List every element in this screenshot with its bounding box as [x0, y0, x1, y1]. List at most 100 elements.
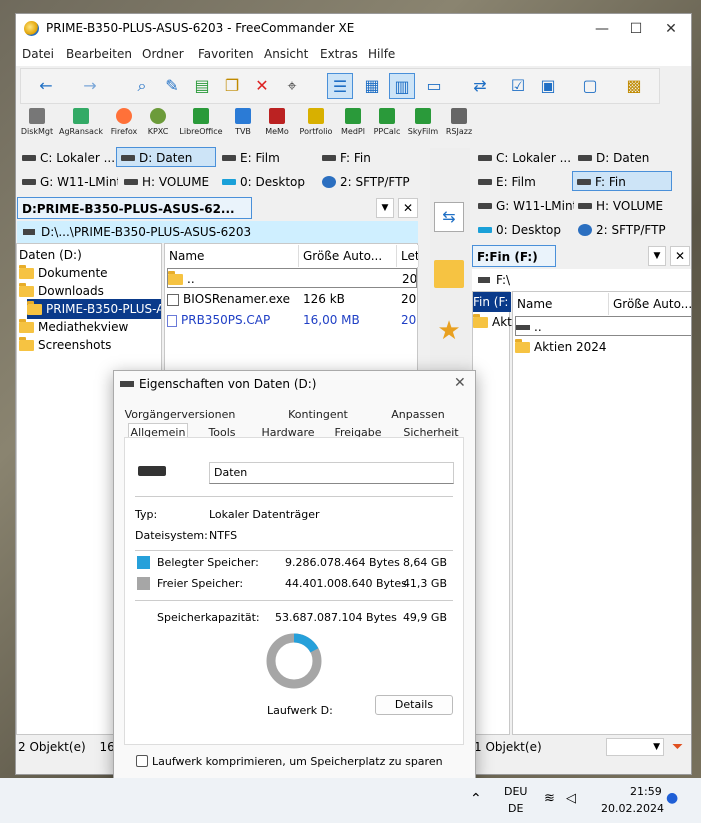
drive-name-input[interactable]: Daten [209, 462, 454, 484]
tool-diskmgt[interactable]: DiskMgt [18, 108, 56, 136]
maximize-button[interactable]: ☐ [619, 18, 653, 40]
tool-libreoffice[interactable]: LibreOffice [176, 108, 226, 136]
speaker-icon[interactable]: ◁ [566, 791, 576, 806]
drive-d-left[interactable]: D: Daten [116, 147, 216, 167]
drive-g-left[interactable]: G: W11-LMint [18, 172, 118, 192]
tab-vorgaengerversionen[interactable]: Vorgängerversionen [124, 406, 236, 424]
menu-extras[interactable]: Extras [320, 47, 358, 61]
drive-e-left[interactable]: E: Film [218, 148, 314, 168]
file-row-parent[interactable]: ..20. [167, 268, 417, 288]
menu-favoriten[interactable]: Favoriten [198, 47, 254, 61]
keyboard-layout[interactable]: DE [508, 802, 523, 815]
close-button[interactable]: ✕ [654, 18, 688, 40]
view-details-icon[interactable]: ☰ [327, 73, 353, 99]
details-button[interactable]: Details [375, 695, 453, 715]
filter-icon[interactable]: ⏷ [672, 736, 683, 758]
folder-tree-icon[interactable] [434, 260, 464, 288]
drive-d-right[interactable]: D: Daten [574, 148, 670, 168]
menu-bearbeiten[interactable]: Bearbeiten [66, 47, 132, 61]
view-panel-icon[interactable]: ▥ [389, 73, 415, 99]
file-row-parent[interactable]: .. [515, 316, 691, 336]
col-date[interactable]: Let [397, 245, 419, 267]
grid-icon[interactable]: ▣ [535, 73, 561, 99]
right-tab-dropdown-icon[interactable]: ▼ [648, 246, 666, 266]
tool-memo[interactable]: MeMo [260, 108, 294, 136]
tree-item[interactable]: Mediathekview [19, 317, 128, 337]
clock-time[interactable]: 21:59 [630, 785, 662, 798]
tool-skyfilm[interactable]: SkyFilm [406, 108, 440, 136]
drive-h-left[interactable]: H: VOLUME [120, 172, 216, 192]
drive-c-left[interactable]: C: Lokaler ... [18, 148, 114, 168]
menu-hilfe[interactable]: Hilfe [368, 47, 395, 61]
drive-h-right[interactable]: H: VOLUME [574, 196, 670, 216]
tree-item[interactable]: Akti [473, 312, 515, 332]
file-row[interactable]: BIOSRenamer.exe126 kB20. [167, 289, 417, 309]
tool-portfolio[interactable]: Portfolio [296, 108, 336, 136]
edit-icon[interactable]: ✎ [159, 73, 185, 99]
back-icon[interactable]: ← [33, 73, 59, 99]
tree-item-selected[interactable]: PRIME-B350-PLUS-A [27, 299, 161, 319]
right-tab-close-icon[interactable]: ✕ [670, 246, 690, 266]
tree-item[interactable]: Dokumente [19, 263, 108, 283]
col-name[interactable]: Name [513, 293, 609, 315]
binoculars-icon[interactable]: ⌖ [279, 73, 305, 99]
sync-icon[interactable]: ⇄ [467, 73, 493, 99]
menu-ansicht[interactable]: Ansicht [264, 47, 308, 61]
col-size[interactable]: Größe Auto... [609, 293, 691, 315]
language-code[interactable]: DEU [504, 785, 527, 798]
checklist-icon[interactable]: ☑ [505, 73, 531, 99]
left-tab-dropdown-icon[interactable]: ▼ [376, 198, 394, 218]
file-row[interactable]: PRB350PS.CAP16,00 MB20. [167, 310, 417, 330]
tree-item[interactable]: Downloads [19, 281, 104, 301]
forward-icon[interactable]: → [77, 73, 103, 99]
chevron-up-icon[interactable]: ⌃ [470, 791, 482, 807]
clock-date[interactable]: 20.02.2024 [601, 802, 664, 815]
view-options-icon[interactable]: ▭ [421, 73, 447, 99]
view-list-icon[interactable]: ▦ [359, 73, 385, 99]
drive-f-right[interactable]: F: Fin [572, 171, 672, 191]
tool-rsjazz[interactable]: RSJazz [442, 108, 476, 136]
tree-item[interactable]: Screenshots [19, 335, 111, 355]
drive-desktop-left[interactable]: 0: Desktop [218, 172, 314, 192]
file-row[interactable]: Aktien 2024 [515, 337, 691, 357]
tool-agransack[interactable]: AgRansack [58, 108, 104, 136]
drive-g-right[interactable]: G: W11-LMint [474, 196, 574, 216]
tab-kontingent[interactable]: Kontingent [262, 406, 374, 424]
drive-f-left[interactable]: F: Fin [318, 148, 414, 168]
notification-bell-icon[interactable]: ● [666, 790, 680, 806]
tool-tvb[interactable]: TVB [228, 108, 258, 136]
tab-anpassen[interactable]: Anpassen [370, 406, 466, 424]
tree-root[interactable]: Daten (D:) [19, 245, 82, 265]
col-name[interactable]: Name [165, 245, 299, 267]
drive-ftp-left[interactable]: 2: SFTP/FTP [318, 172, 418, 192]
menu-ordner[interactable]: Ordner [142, 47, 184, 61]
dialog-close-icon[interactable]: ✕ [454, 375, 466, 391]
favorites-star-icon[interactable]: ★ [434, 316, 464, 346]
swap-panels-icon[interactable]: ⇆ [434, 202, 464, 232]
tool-medpl[interactable]: MedPl [338, 108, 368, 136]
drive-c-right[interactable]: C: Lokaler ... [474, 148, 570, 168]
filter-dropdown[interactable]: ▼ [606, 738, 664, 756]
new-file-icon[interactable]: ▤ [189, 73, 215, 99]
drive-ftp-right[interactable]: 2: SFTP/FTP [574, 220, 674, 240]
search-icon[interactable]: ⌕ [129, 73, 155, 99]
menu-datei[interactable]: Datei [22, 47, 54, 61]
layout-icon[interactable]: ▢ [577, 73, 603, 99]
left-tab-close-icon[interactable]: ✕ [398, 198, 418, 218]
right-path-bar[interactable]: F:\ [472, 269, 691, 291]
tool-ppcalc[interactable]: PPCalc [370, 108, 404, 136]
tool-firefox[interactable]: Firefox [108, 108, 140, 136]
drive-desktop-right[interactable]: 0: Desktop [474, 220, 570, 240]
tool-kpxc[interactable]: KPXC [142, 108, 174, 136]
minimize-button[interactable]: — [585, 18, 619, 40]
col-size[interactable]: Größe Auto... [299, 245, 397, 267]
left-path-bar[interactable]: D:\...\PRIME-B350-PLUS-ASUS-6203 [17, 221, 418, 243]
drive-e-right[interactable]: E: Film [474, 172, 570, 192]
tree-root-selected[interactable]: Fin (F: [473, 292, 511, 312]
archive-icon[interactable]: ▩ [621, 73, 647, 99]
copy-icon[interactable]: ❐ [219, 73, 245, 99]
right-tab[interactable]: F:Fin (F:) [472, 245, 556, 267]
compress-checkbox[interactable] [136, 755, 148, 767]
delete-icon[interactable]: ✕ [249, 73, 275, 99]
left-tab[interactable]: D:PRIME-B350-PLUS-ASUS-62... [17, 197, 252, 219]
